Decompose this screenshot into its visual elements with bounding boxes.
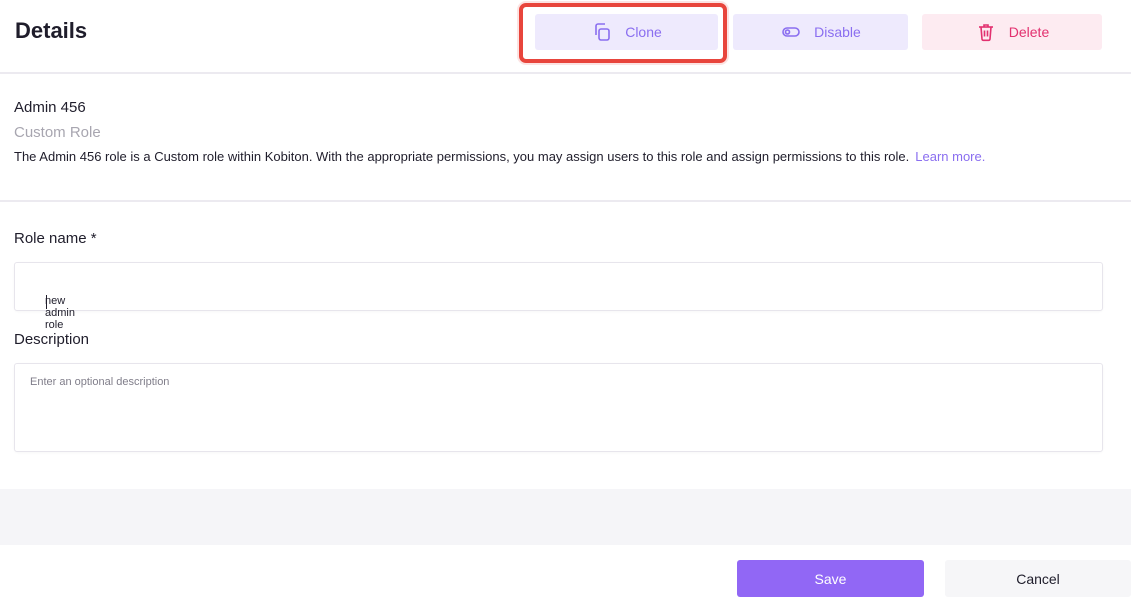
delete-button-label: Delete <box>1008 24 1050 40</box>
role-name-value: new admin role <box>45 295 75 331</box>
details-header: Details Clone Disable Delete <box>0 0 1131 74</box>
role-name-heading: Admin 456 <box>14 99 86 116</box>
cancel-button[interactable]: Cancel <box>945 560 1131 597</box>
role-description-text: The Admin 456 role is a Custom role with… <box>14 149 910 164</box>
role-description: The Admin 456 role is a Custom role with… <box>14 149 985 164</box>
copy-icon <box>591 21 613 43</box>
description-label: Description <box>14 331 90 348</box>
page-title: Details <box>15 18 88 43</box>
delete-button[interactable]: Delete <box>922 14 1102 50</box>
role-name-input[interactable]: new admin role <box>14 262 1103 331</box>
role-type-label: Custom Role <box>14 124 101 141</box>
toggle-icon <box>780 21 802 43</box>
section-divider-band <box>0 489 1131 545</box>
description-placeholder: Enter an optional description <box>30 376 170 388</box>
save-button[interactable]: Save <box>737 560 924 597</box>
text-caret <box>46 295 47 309</box>
disable-button[interactable]: Disable <box>733 14 908 50</box>
learn-more-link[interactable]: Learn more. <box>915 149 985 164</box>
role-info-section: Admin 456 Custom Role The Admin 456 role… <box>0 76 1131 202</box>
trash-icon <box>975 21 997 43</box>
role-name-label: Role name * <box>14 230 97 247</box>
description-textarea[interactable]: Enter an optional description <box>14 363 1103 452</box>
disable-button-label: Disable <box>814 24 861 40</box>
clone-button[interactable]: Clone <box>535 14 718 50</box>
clone-button-label: Clone <box>625 24 662 40</box>
